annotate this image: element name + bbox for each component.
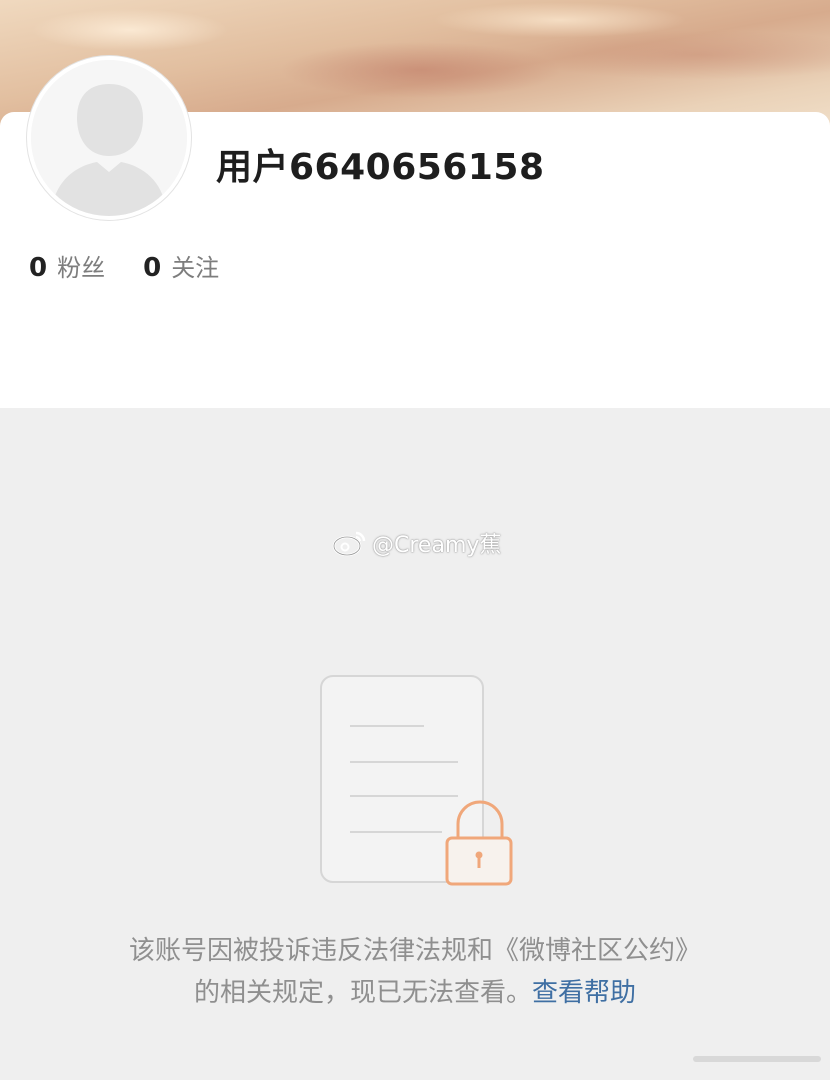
- avatar[interactable]: [27, 56, 191, 220]
- watermark-text: @Creamy蕉: [372, 533, 502, 558]
- notice-line-2-text: 的相关规定，现已无法查看。: [193, 978, 532, 1008]
- following-count: 0: [143, 253, 162, 283]
- profile-stats: 0 粉丝 0 关注: [29, 248, 257, 283]
- followers-label: 粉丝: [57, 254, 106, 282]
- view-help-link[interactable]: 查看帮助: [532, 978, 636, 1008]
- following-label: 关注: [171, 254, 220, 282]
- weibo-logo-icon: [332, 531, 366, 557]
- followers-stat[interactable]: 0 粉丝: [29, 248, 105, 283]
- default-avatar-icon: [31, 60, 187, 216]
- locked-document-icon: [320, 675, 513, 886]
- account-blocked-notice: 该账号因被投诉违反法律法规和《微博社区公约》 的相关规定，现已无法查看。查看帮助: [0, 930, 830, 1014]
- watermark: @Creamy蕉: [332, 527, 501, 559]
- notice-line-1: 该账号因被投诉违反法律法规和《微博社区公约》: [128, 936, 701, 966]
- home-indicator[interactable]: [693, 1056, 821, 1062]
- notice-line-2: 的相关规定，现已无法查看。查看帮助: [0, 972, 830, 1014]
- followers-count: 0: [29, 253, 48, 283]
- following-stat[interactable]: 0 关注: [143, 248, 219, 283]
- username: 用户6640656158: [216, 147, 545, 188]
